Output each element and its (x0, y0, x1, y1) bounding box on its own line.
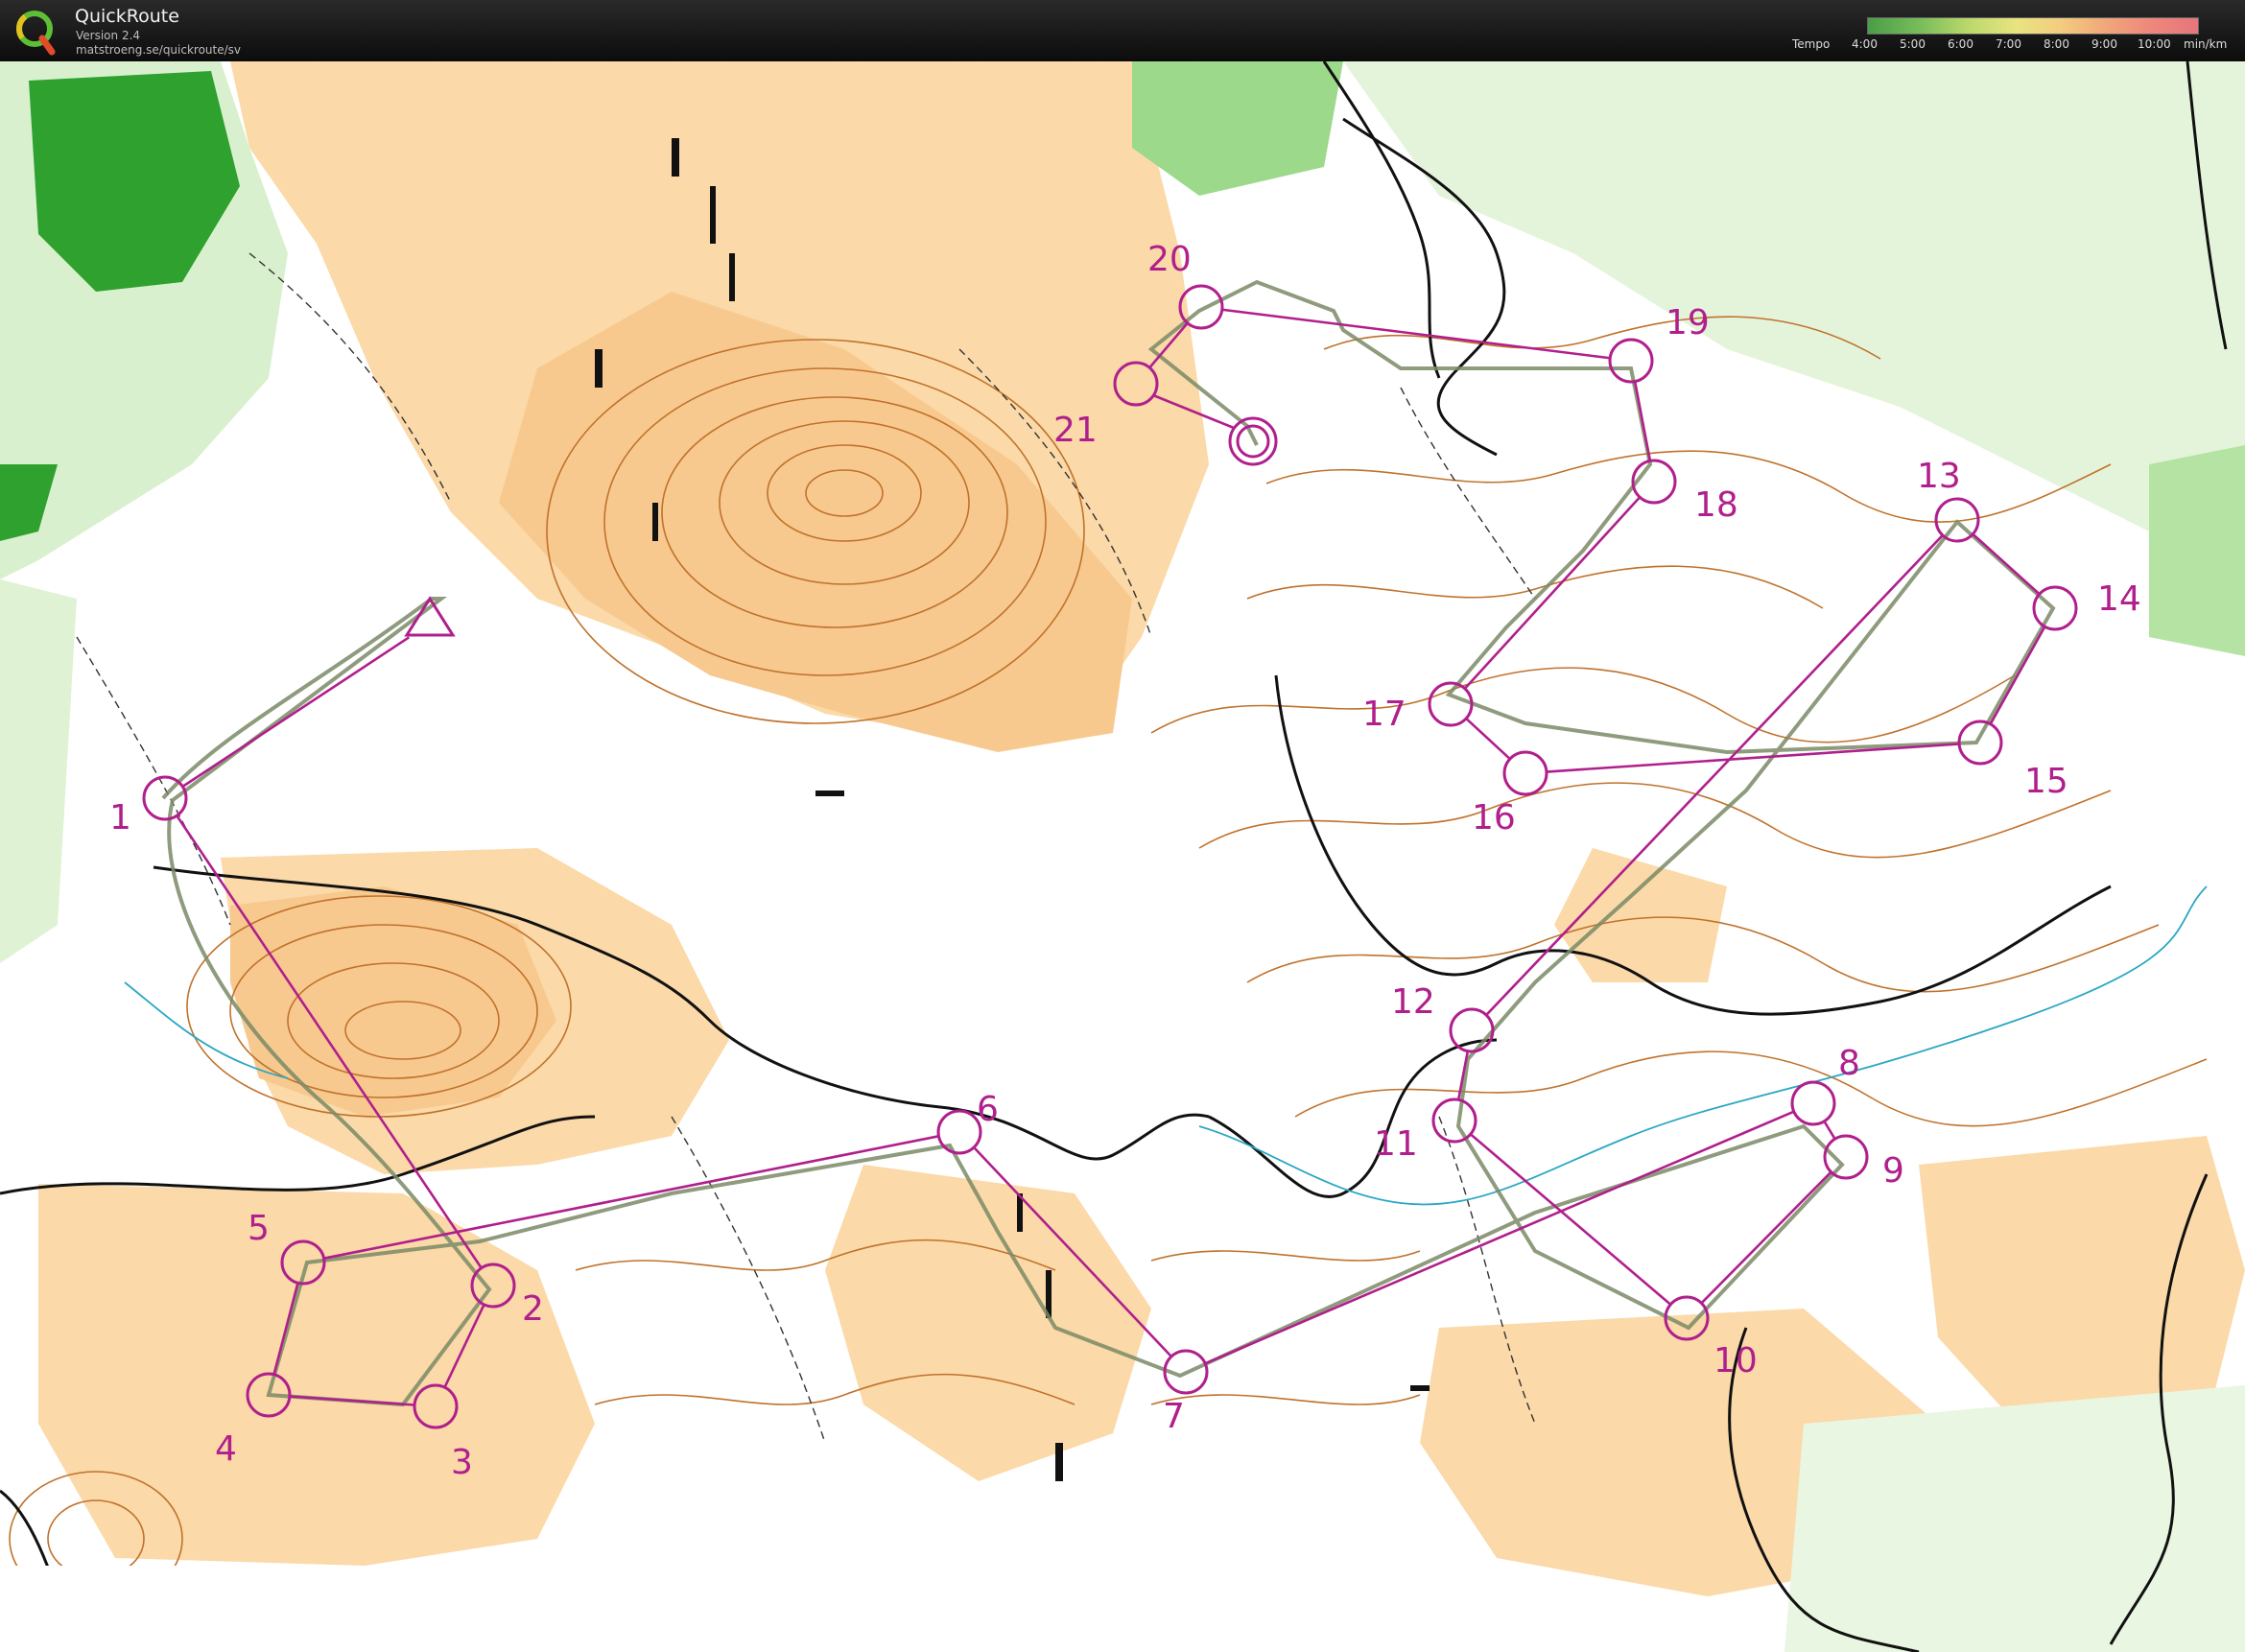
control-circle[interactable] (1449, 1007, 1495, 1053)
course-leg (1989, 625, 2046, 725)
control-number: 15 (2024, 762, 2068, 801)
orienteering-map[interactable]: 123456789101112131415161718192021 (0, 61, 2245, 1652)
control-circle[interactable] (1631, 459, 1677, 505)
control-number: 16 (1472, 798, 1516, 838)
course-leg (1221, 308, 1611, 360)
control-number: 11 (1374, 1124, 1418, 1164)
control-number: 20 (1147, 240, 1192, 279)
control-circle[interactable] (1790, 1080, 1836, 1126)
legend-tick: 4:00 (1852, 37, 1878, 51)
control-circle[interactable] (1502, 750, 1548, 796)
blank-panel (0, 1566, 1133, 1652)
course-leg (181, 636, 411, 788)
app-title: QuickRoute (75, 6, 179, 27)
app-url: matstroeng.se/quickroute/sv (76, 43, 242, 57)
tempo-legend: Tempo 4:00 5:00 6:00 7:00 8:00 9:00 10:0… (1792, 8, 2228, 56)
course-leg (1972, 532, 2041, 596)
legend-tick: 9:00 (2091, 37, 2117, 51)
tempo-color-scale (1867, 17, 2199, 35)
control-number: 10 (1713, 1341, 1758, 1381)
control-number: 2 (522, 1289, 544, 1329)
legend-tick: 8:00 (2044, 37, 2069, 51)
legend-tick: 7:00 (1996, 37, 2021, 51)
control-number: 5 (248, 1209, 270, 1248)
control-number: 7 (1163, 1397, 1185, 1436)
control-number: 18 (1694, 485, 1738, 525)
course-leg (1700, 1170, 1832, 1305)
control-number: 3 (451, 1443, 473, 1482)
legend-tick: 6:00 (1948, 37, 1973, 51)
legend-label: Tempo (1792, 37, 1831, 51)
control-circle[interactable] (1431, 1097, 1477, 1144)
legend-tick: 10:00 (2138, 37, 2171, 51)
quickroute-logo-icon (16, 11, 56, 56)
course-leg (1463, 496, 1642, 690)
course-leg (1465, 717, 1511, 761)
course-leg (1823, 1121, 1836, 1140)
legend-tick: 5:00 (1900, 37, 1926, 51)
control-number: 1 (109, 798, 131, 838)
course-leg (1469, 1133, 1672, 1306)
control-circle[interactable] (1823, 1134, 1869, 1180)
control-number: 14 (2097, 579, 2141, 619)
control-number: 13 (1917, 457, 1961, 496)
title-bar: QuickRoute Version 2.4 matstroeng.se/qui… (0, 0, 2245, 61)
start-triangle-icon (404, 596, 456, 637)
control-number: 6 (977, 1090, 999, 1129)
course-leg (1633, 381, 1652, 461)
course-leg (1546, 743, 1960, 773)
control-number: 21 (1053, 411, 1098, 450)
control-number: 17 (1362, 695, 1406, 734)
app-version: Version 2.4 (76, 29, 141, 42)
control-number: 19 (1666, 303, 1710, 342)
control-number: 4 (215, 1429, 237, 1469)
control-number: 9 (1882, 1151, 1904, 1191)
control-number: 8 (1838, 1044, 1860, 1083)
control-number: 12 (1391, 982, 1435, 1022)
legend-unit: min/km (2184, 37, 2228, 51)
control-circle[interactable] (936, 1109, 982, 1155)
